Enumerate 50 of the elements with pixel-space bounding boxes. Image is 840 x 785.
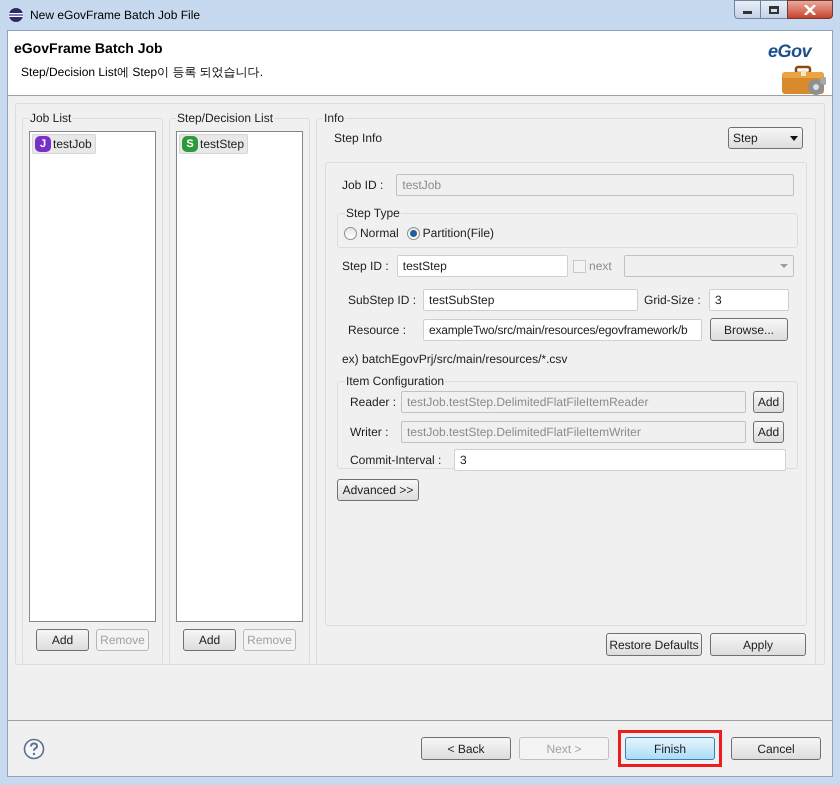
header-message: Step/Decision List에 Step이 등록 되었습니다. (21, 64, 264, 81)
input-field[interactable]: 3 (454, 449, 786, 471)
maximize-button[interactable] (761, 0, 787, 19)
field-label: Commit-Interval : (350, 452, 442, 469)
group-label: Item Configuration (345, 373, 446, 389)
add-button[interactable]: Add (36, 629, 89, 651)
close-icon (804, 4, 816, 14)
advanced-button[interactable]: Advanced >> (337, 479, 419, 501)
field-label: Reader : (350, 394, 398, 411)
input-field[interactable]: testStep (396, 255, 568, 277)
badge-icon: S (182, 136, 198, 152)
example-text: ex) batchEgovPrj/src/main/resources/*.csv (342, 351, 568, 368)
input-field[interactable]: testSubStep (423, 289, 638, 311)
caret-icon (790, 136, 798, 140)
dialog-button[interactable]: < Back (421, 737, 511, 760)
input-field[interactable]: exampleTwo/src/main/resources/egovframework/b (423, 318, 702, 340)
browse-button[interactable]: Browse... (710, 318, 788, 341)
input-field[interactable]: 3 (709, 289, 789, 311)
item-label: testJob (53, 136, 92, 153)
add-button[interactable]: Add (183, 629, 236, 651)
help-icon[interactable] (23, 738, 45, 760)
radio-button[interactable] (344, 226, 357, 240)
item-label: testStep (200, 136, 244, 153)
caret-icon (780, 264, 788, 268)
type-dropdown[interactable]: Step (728, 127, 803, 149)
field-label: Resource : (348, 322, 408, 338)
radio-button[interactable] (406, 226, 420, 240)
minimize-button[interactable] (734, 0, 761, 19)
badge-icon: J (35, 136, 51, 152)
list-item[interactable]: J testJob (32, 134, 96, 154)
field-label: Normal (360, 225, 399, 242)
field-label: Job ID : (342, 177, 384, 194)
field-label: Step ID : (342, 258, 390, 275)
list-item[interactable]: S testStep (179, 134, 248, 154)
field-label: SubStep ID : (348, 292, 418, 309)
group-label: Step/Decision List (176, 110, 274, 126)
header-title: eGovFrame Batch Job (14, 39, 163, 58)
dialog-button[interactable]: Finish (625, 737, 715, 760)
field-label: Writer : (350, 424, 390, 441)
app-icon (8, 7, 24, 23)
apply-button[interactable]: Apply (710, 633, 806, 656)
window-title: New eGovFrame Batch Job File (30, 7, 200, 24)
logo-drawing: eGov (768, 43, 828, 95)
field-label: next (589, 258, 612, 275)
close-button[interactable] (787, 0, 833, 19)
field-label: Grid-Size : (644, 292, 702, 309)
field-label: Partition(File) (422, 225, 494, 242)
section-label: Step Info (334, 130, 382, 147)
restore-defaults-button[interactable]: Restore Defaults (606, 633, 702, 656)
dialog-button[interactable]: Cancel (731, 737, 821, 760)
